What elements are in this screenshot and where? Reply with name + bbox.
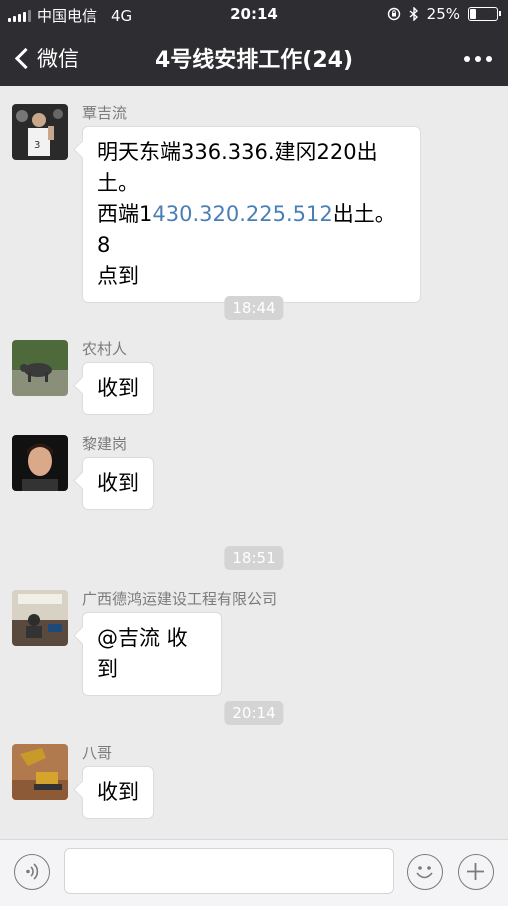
- message-text: 收到: [97, 780, 139, 804]
- timestamp-pill: 18:51: [224, 546, 284, 570]
- emoji-button[interactable]: [407, 854, 443, 890]
- message-text: 收到: [97, 376, 139, 400]
- message-text: 西端1: [97, 202, 153, 226]
- input-bar: [0, 839, 508, 906]
- message-bubble[interactable]: 收到: [82, 457, 154, 510]
- message-text: 明天东端336.336.建冈220出: [97, 140, 378, 164]
- battery-percent: 25%: [426, 5, 460, 23]
- phone-link[interactable]: 430.320.225.512: [152, 202, 332, 226]
- plus-icon: [467, 863, 484, 880]
- message-bubble[interactable]: 收到: [82, 766, 154, 819]
- message-input[interactable]: [64, 848, 394, 894]
- chat-title: 4号线安排工作(24): [154, 48, 354, 73]
- voice-icon: [26, 863, 39, 880]
- chat-header: 微信 4号线安排工作(24): [0, 28, 508, 86]
- sender-name: 八哥: [82, 744, 113, 762]
- sender-name: 黎建岗: [82, 435, 128, 453]
- status-bar: 中国电信 4G 20:14 25%: [0, 0, 508, 28]
- voice-input-button[interactable]: [14, 854, 50, 890]
- more-dots-icon[interactable]: [464, 56, 492, 62]
- avatar[interactable]: [12, 340, 68, 396]
- message-bubble[interactable]: 收到: [82, 362, 154, 415]
- more-actions-button[interactable]: [458, 854, 494, 890]
- message-text: 土。: [97, 171, 139, 195]
- sender-name: 覃吉流: [82, 104, 128, 122]
- message-bubble[interactable]: 明天东端336.336.建冈220出 土。 西端1430.320.225.512…: [82, 126, 421, 303]
- message-bubble[interactable]: @吉流 收到: [82, 612, 222, 696]
- avatar[interactable]: [12, 435, 68, 491]
- orientation-lock-icon: [387, 7, 400, 21]
- message-text: 点到: [97, 264, 139, 288]
- avatar[interactable]: 3: [12, 104, 68, 160]
- sender-name: 广西德鸿运建设工程有限公司: [82, 590, 278, 608]
- battery-icon: [468, 7, 501, 21]
- emoji-icon: [416, 866, 433, 879]
- bluetooth-icon: [409, 7, 418, 21]
- avatar[interactable]: [12, 590, 68, 646]
- timestamp-pill: 18:44: [224, 296, 284, 320]
- message-text: 收到: [97, 471, 139, 495]
- status-right: 25%: [387, 5, 501, 23]
- timestamp-pill: 20:14: [224, 701, 284, 725]
- message-text: @吉流 收到: [97, 626, 188, 681]
- svg-text:3: 3: [34, 140, 40, 151]
- avatar[interactable]: [12, 744, 68, 800]
- sender-name: 农村人: [82, 340, 128, 358]
